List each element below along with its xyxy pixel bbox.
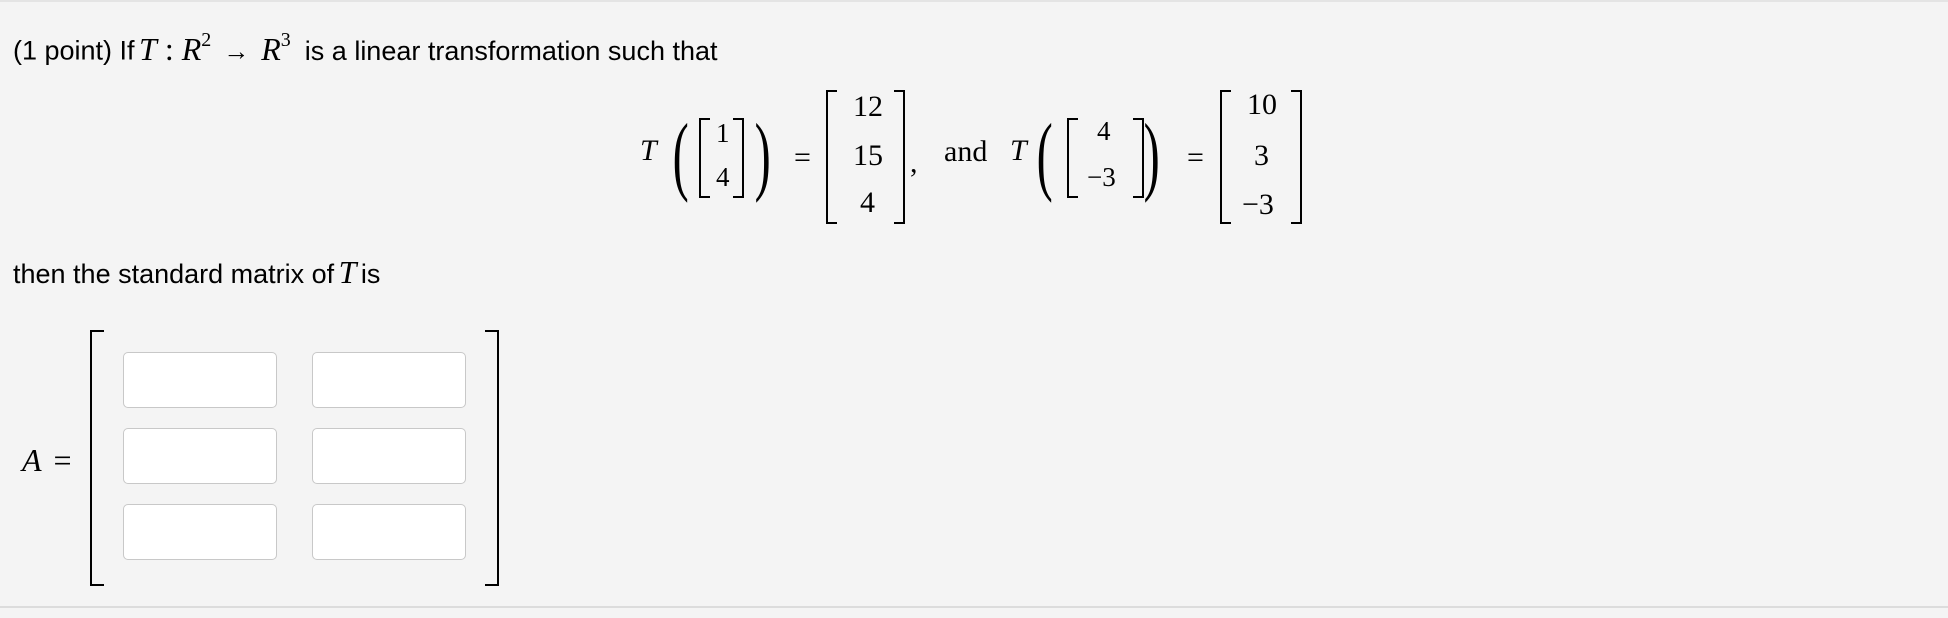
comma: , [910, 146, 918, 179]
equals-1: = [794, 141, 811, 174]
output1-entry-3: 4 [860, 186, 875, 219]
matrix-cell-1-2[interactable] [312, 352, 466, 408]
bracket-left-output2 [1220, 90, 1231, 224]
conclusion-suffix: is [360, 259, 381, 289]
matrix-cell-2-1[interactable] [123, 428, 277, 484]
conclusion-symbol: T [338, 254, 357, 290]
bracket-right-input2 [1133, 118, 1144, 198]
open-paren-1: ( [672, 107, 689, 204]
output2-entry-1: 10 [1247, 88, 1277, 121]
open-paren-2: ( [1036, 107, 1053, 204]
output2-entry-2: 3 [1254, 139, 1269, 172]
input1-entry-2: 4 [716, 162, 730, 192]
eq-T-2: T [1010, 134, 1027, 167]
output2-entry-3: −3 [1242, 188, 1274, 221]
matrix-cell-3-1[interactable] [123, 504, 277, 560]
conclusion-prefix: then the standard matrix of [13, 259, 335, 289]
bracket-right-output2 [1291, 90, 1302, 224]
matrix-cell-3-2[interactable] [312, 504, 466, 560]
close-paren-2: ) [1143, 107, 1160, 204]
matrix-symbol: A [22, 442, 42, 478]
close-paren-1: ) [754, 107, 771, 204]
matrix-label: A = [22, 442, 72, 479]
equals-2: = [1187, 141, 1204, 174]
matrix-cell-2-2[interactable] [312, 428, 466, 484]
input2-entry-2: −3 [1087, 162, 1116, 192]
bracket-left-input1 [699, 118, 710, 198]
bracket-right-output1 [894, 90, 905, 224]
matrix-equals: = [53, 442, 72, 478]
and-word: and [944, 135, 988, 168]
question-conclusion: then the standard matrix of T is [13, 252, 380, 299]
bracket-left-output1 [826, 90, 837, 224]
bottom-border [0, 606, 1948, 608]
matrix-right-bracket [485, 330, 499, 586]
bracket-right-input1 [733, 118, 744, 198]
eq-T-1: T [640, 134, 657, 167]
output1-entry-2: 15 [853, 139, 883, 172]
bracket-left-input2 [1067, 118, 1078, 198]
matrix-cell-1-1[interactable] [123, 352, 277, 408]
input1-entry-1: 1 [716, 118, 730, 148]
matrix-left-bracket [90, 330, 104, 586]
input2-entry-1: 4 [1097, 116, 1111, 146]
displayed-equation: T ( 1 4 ) = 12 15 4 , and T ( 4 −3 ) = 1… [0, 0, 1948, 240]
output1-entry-1: 12 [853, 90, 883, 123]
